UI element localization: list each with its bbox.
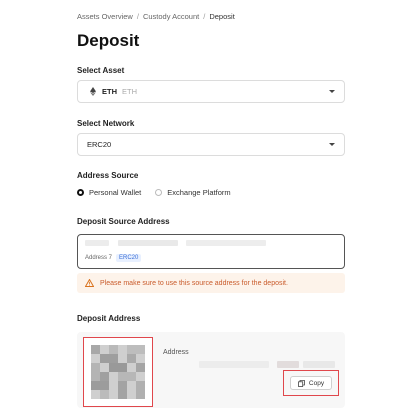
warning-triangle-icon [85,279,94,287]
redacted-deposit-address [199,361,269,368]
breadcrumb-separator: / [136,12,139,21]
radio-label: Exchange Platform [167,188,231,197]
asset-select[interactable]: ETH ETH [77,80,345,103]
deposit-address-panel: Address Copy [77,332,345,408]
network-value: ERC20 [87,140,112,149]
asset-code: ETH [102,87,117,96]
network-select[interactable]: ERC20 [77,133,345,156]
asset-subtitle: ETH [122,87,137,96]
select-asset-label: Select Asset [77,66,125,75]
chevron-down-icon [329,143,335,146]
breadcrumb-custody-account[interactable]: Custody Account [143,12,199,21]
breadcrumb-separator: / [203,12,206,21]
redacted-address [85,240,109,246]
radio-unselected-icon [155,189,163,196]
qr-code [91,345,145,399]
copy-icon [298,379,305,387]
copy-label: Copy [308,379,325,387]
address-meta-label: Address 7 [85,255,113,261]
breadcrumb-assets-overview[interactable]: Assets Overview [77,12,133,21]
deposit-source-address-select[interactable]: Address 7 ERC20 [77,234,345,269]
redacted-deposit-address [303,361,335,368]
redacted-address [186,240,266,246]
address-title: Address [163,349,189,356]
address-source-radio-group: Personal Wallet Exchange Platform [77,188,245,197]
breadcrumb-deposit: Deposit [209,12,235,21]
copy-button[interactable]: Copy [290,376,332,390]
radio-selected-icon [77,189,84,196]
radio-exchange-platform[interactable]: Exchange Platform [155,188,231,197]
copy-button-highlight: Copy [283,370,339,396]
redacted-deposit-address [277,361,299,368]
select-network-label: Select Network [77,119,135,128]
radio-personal-wallet[interactable]: Personal Wallet [77,188,141,197]
address-source-label: Address Source [77,171,139,180]
warning-text: Please make sure to use this source addr… [100,279,288,287]
address-meta: Address 7 ERC20 [85,254,142,262]
deposit-source-address-label: Deposit Source Address [77,217,170,226]
page-title: Deposit [77,31,140,50]
warning-banner: Please make sure to use this source addr… [77,273,345,293]
redacted-address [118,240,178,246]
network-tag: ERC20 [116,254,142,262]
qr-code-highlight [83,337,153,407]
radio-label: Personal Wallet [89,188,142,197]
breadcrumb: Assets Overview / Custody Account / Deposit [77,12,235,21]
deposit-address-label: Deposit Address [77,314,141,323]
chevron-down-icon [329,90,335,93]
ethereum-icon [90,87,96,96]
